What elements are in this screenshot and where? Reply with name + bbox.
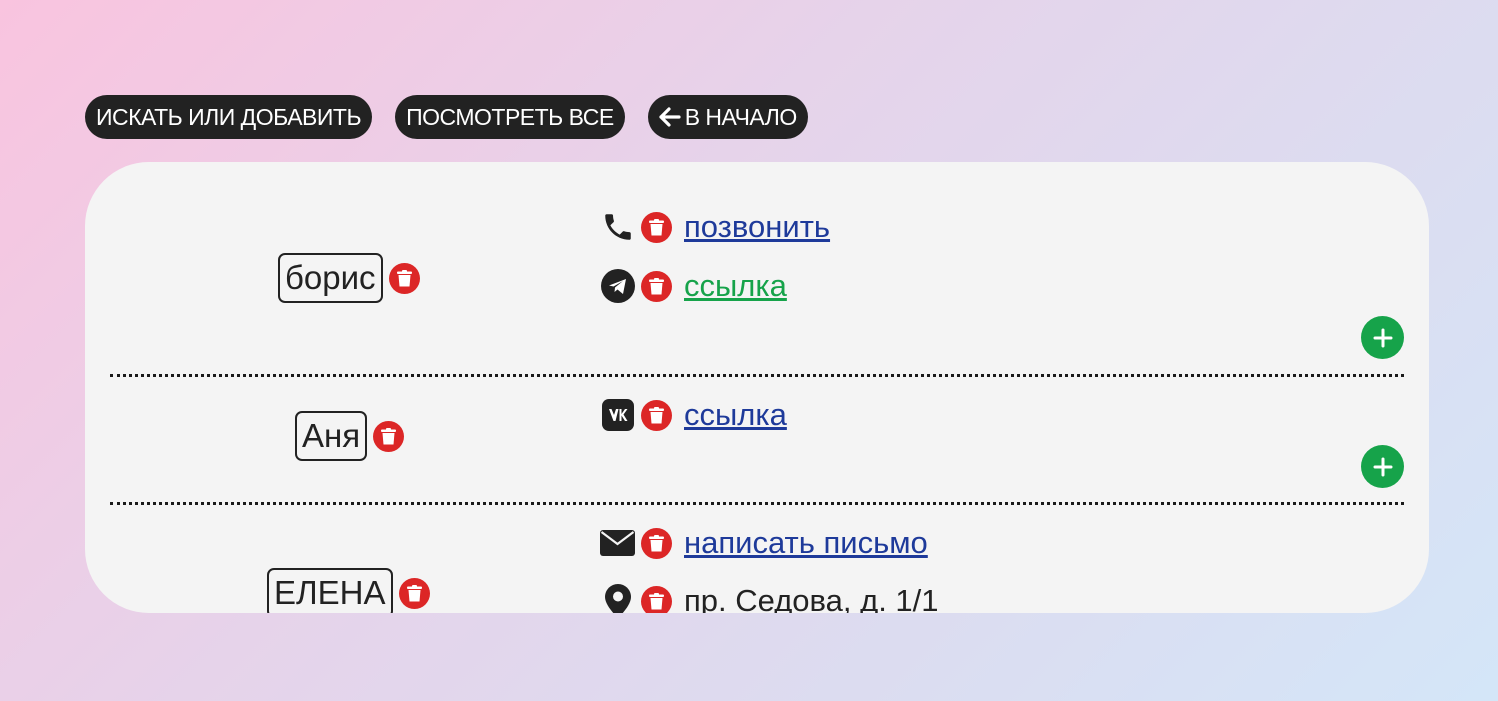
delete-link-trash-icon[interactable] (641, 211, 672, 243)
phone-icon (600, 210, 635, 245)
search-or-add-button[interactable]: ИСКАТЬ ИЛИ ДОБАВИТЬ (85, 95, 373, 139)
delete-link-trash-icon[interactable] (641, 585, 672, 613)
top-nav: ИСКАТЬ ИЛИ ДОБАВИТЬ ПОСМОТРЕТЬ ВСЕ В НАЧ… (85, 95, 808, 139)
delete-link-trash-icon[interactable] (641, 270, 672, 302)
contact-name[interactable]: Аня (295, 411, 368, 461)
address-text: пр. Седова, д. 1/1 (684, 583, 939, 613)
contact-name[interactable]: ЕЛЕНА (267, 568, 393, 613)
view-all-label: ПОСМОТРЕТЬ ВСЕ (406, 103, 614, 130)
delete-link-trash-icon[interactable] (641, 399, 672, 431)
vk-link[interactable]: ссылка (684, 397, 787, 433)
contact-link-row: позвонить (600, 207, 830, 247)
contact-link-row: ссылка (600, 395, 787, 435)
telegram-link[interactable]: ссылка (684, 268, 787, 304)
contact-name[interactable]: борис (278, 253, 383, 303)
email-link[interactable]: написать письмо (684, 525, 928, 561)
vk-icon (600, 398, 635, 433)
location-pin-icon (600, 584, 635, 613)
mail-icon (600, 526, 635, 561)
home-button[interactable]: В НАЧАЛО (647, 95, 808, 139)
delete-contact-trash-icon[interactable] (388, 262, 420, 294)
contacts-card: борис позвонить ссылка Аня ссылка ЕЛЕНА … (85, 162, 1429, 613)
add-link-button[interactable] (1361, 316, 1404, 359)
delete-contact-trash-icon[interactable] (398, 577, 430, 609)
add-link-button[interactable] (1361, 445, 1404, 488)
plus-icon (1373, 328, 1392, 347)
home-label: В НАЧАЛО (684, 103, 798, 130)
delete-link-trash-icon[interactable] (641, 527, 672, 559)
contact-name-group: ЕЛЕНА (267, 568, 430, 613)
contact-row: ЕЛЕНА написать письмо пр. Седова, д. 1/1 (110, 502, 1404, 613)
contact-link-row: пр. Седова, д. 1/1 (600, 581, 939, 613)
call-link[interactable]: позвонить (684, 209, 830, 245)
delete-contact-trash-icon[interactable] (373, 420, 405, 452)
contact-name-group: Аня (295, 411, 405, 461)
contact-link-row: написать письмо (600, 523, 928, 563)
arrow-left-icon (659, 107, 681, 127)
telegram-icon (600, 269, 635, 304)
view-all-button[interactable]: ПОСМОТРЕТЬ ВСЕ (395, 95, 625, 139)
plus-icon (1373, 457, 1392, 476)
contact-name-group: борис (278, 253, 420, 303)
contact-row: борис позвонить ссылка (110, 162, 1404, 377)
search-or-add-label: ИСКАТЬ ИЛИ ДОБАВИТЬ (96, 103, 362, 130)
contact-row: Аня ссылка (110, 374, 1404, 505)
contact-link-row: ссылка (600, 266, 787, 306)
